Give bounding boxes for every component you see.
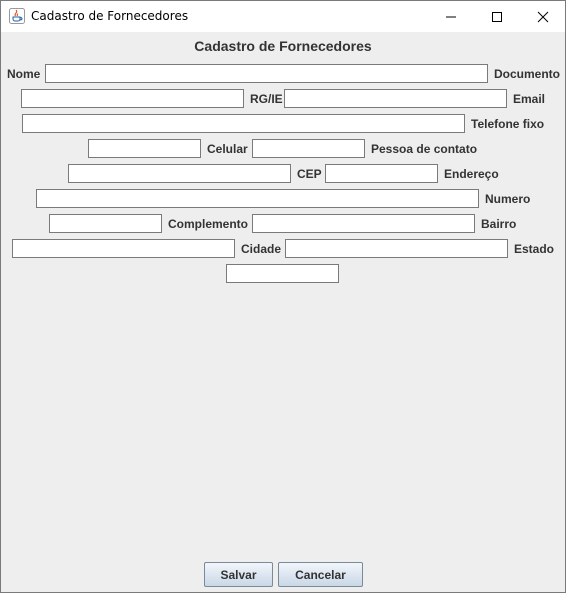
- maximize-icon: [492, 12, 502, 22]
- pessoa-contato-label: Pessoa de contato: [371, 142, 478, 156]
- celular-field[interactable]: [252, 139, 365, 158]
- title-bar[interactable]: Cadastro de Fornecedores: [1, 1, 565, 32]
- telefone-fixo-label: Telefone fixo: [471, 117, 545, 131]
- cep-field[interactable]: [325, 164, 438, 183]
- minimize-icon: [446, 16, 456, 18]
- rgie-field[interactable]: [284, 89, 507, 108]
- form-title: Cadastro de Fornecedores: [194, 38, 372, 54]
- maximize-button[interactable]: [474, 1, 520, 32]
- nome-label: Nome: [7, 67, 41, 81]
- endereco-field[interactable]: [36, 189, 479, 208]
- close-icon: [537, 11, 549, 23]
- bairro-field[interactable]: [12, 239, 235, 258]
- numero-field[interactable]: [49, 214, 162, 233]
- estado-label: Estado: [514, 242, 555, 256]
- window-title: Cadastro de Fornecedores: [31, 9, 189, 23]
- cancelar-button[interactable]: Cancelar: [278, 562, 363, 587]
- cidade-label: Cidade: [241, 242, 282, 256]
- complemento-field[interactable]: [252, 214, 475, 233]
- minimize-button[interactable]: [428, 1, 474, 32]
- telefone-fixo-field[interactable]: [88, 139, 201, 158]
- documento-label: Documento: [494, 67, 560, 81]
- pessoa-contato-field[interactable]: [68, 164, 291, 183]
- estado-field[interactable]: [226, 264, 339, 283]
- nome-field[interactable]: [45, 64, 488, 83]
- celular-label: Celular: [207, 142, 248, 156]
- bairro-label: Bairro: [481, 217, 517, 231]
- email-field[interactable]: [22, 114, 465, 133]
- close-button[interactable]: [520, 1, 566, 32]
- endereco-label: Endereço: [444, 167, 499, 181]
- numero-label: Numero: [485, 192, 531, 206]
- email-label: Email: [513, 92, 546, 106]
- cidade-field[interactable]: [285, 239, 508, 258]
- rgie-label: RG/IE: [250, 92, 283, 106]
- java-app-icon: [9, 8, 25, 24]
- cep-label: CEP: [297, 167, 322, 181]
- documento-field[interactable]: [21, 89, 244, 108]
- salvar-button[interactable]: Salvar: [204, 562, 273, 587]
- complemento-label: Complemento: [168, 217, 249, 231]
- application-window: Cadastro de Fornecedores Cadastro de For…: [0, 0, 566, 593]
- form-panel: Cadastro de Fornecedores Nome Documento …: [1, 32, 565, 592]
